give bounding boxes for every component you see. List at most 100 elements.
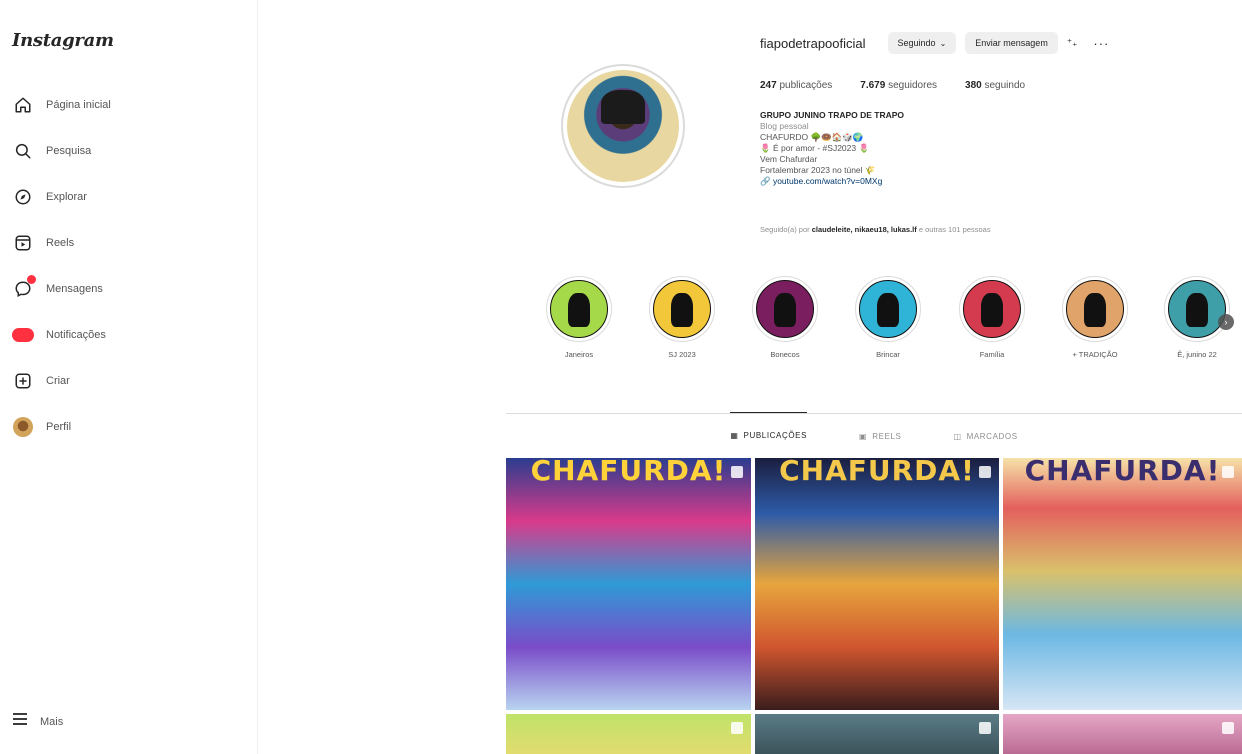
sidebar-item-notifications[interactable]: Notificações — [8, 312, 248, 358]
post-thumbnail[interactable]: CHAFURDA! — [755, 458, 999, 710]
chevron-down-icon: ⌄ — [939, 38, 947, 48]
highlight-cover — [653, 280, 711, 338]
post-thumbnail[interactable] — [1003, 714, 1242, 754]
tab-reels[interactable]: ▣ REELS — [859, 413, 901, 457]
highlight-item[interactable]: SJ 2023 — [637, 276, 727, 359]
highlight-item[interactable]: + TRADIÇÃO — [1050, 276, 1140, 359]
profile-username: fiapodetrapooficial — [760, 35, 866, 51]
sidebar-item-label: Página inicial — [46, 99, 111, 111]
posts-grid: CHAFURDA! CHAFURDA! CHAFURDA! — [506, 458, 1242, 754]
carousel-icon — [731, 722, 743, 734]
highlight-cover — [1168, 280, 1226, 338]
highlight-cover — [1066, 280, 1124, 338]
sidebar-item-label: Explorar — [46, 191, 87, 203]
highlight-cover — [963, 280, 1021, 338]
link-icon: 🔗 — [760, 176, 773, 186]
highlight-cover — [756, 280, 814, 338]
sidebar-item-explore[interactable]: Explorar — [8, 174, 248, 220]
highlight-cover — [550, 280, 608, 338]
tab-posts[interactable]: ▦ PUBLICAÇÕES — [730, 412, 808, 456]
messenger-icon — [12, 275, 36, 300]
profile-stats: 247 publicações 7.679 seguidores 380 seg… — [760, 80, 1053, 91]
sidebar-item-label: Mensagens — [46, 283, 103, 295]
sidebar: Instagram Página inicial Pesquisa Explor… — [0, 0, 258, 754]
bio-line: Vem Chafurdar — [760, 154, 818, 164]
sidebar-item-messages[interactable]: Mensagens — [8, 266, 248, 312]
tag-icon: ◫ — [953, 431, 962, 441]
followers-count[interactable]: 7.679 seguidores — [860, 80, 937, 91]
highlight-label: Brincar — [876, 350, 900, 359]
following-count[interactable]: 380 seguindo — [965, 80, 1025, 91]
profile-full-name: GRUPO JUNINO TRAPO DE TRAPO — [760, 110, 905, 120]
profile-username-row: fiapodetrapooficial Seguindo ⌄ Enviar men… — [760, 32, 1109, 54]
profile-picture — [567, 70, 679, 182]
send-message-button[interactable]: Enviar mensagem — [965, 32, 1058, 54]
post-thumbnail[interactable]: CHAFURDA! — [506, 458, 751, 710]
story-highlights: Janeiros SJ 2023 Bonecos Brincar Família… — [534, 276, 1242, 376]
sidebar-item-label: Criar — [46, 375, 70, 387]
post-thumbnail[interactable] — [506, 714, 751, 754]
highlight-label: SJ 2023 — [668, 350, 696, 359]
bio-link[interactable]: 🔗 youtube.com/watch?v=0MXg — [760, 176, 1120, 187]
heart-icon — [12, 324, 34, 346]
sidebar-item-label: Perfil — [46, 421, 72, 433]
unread-badge — [27, 275, 36, 284]
options-icon[interactable]: ··· — [1093, 36, 1109, 51]
profile-tabs: ▦ PUBLICAÇÕES ▣ REELS ◫ MARCADOS — [506, 412, 1242, 457]
compass-icon — [12, 186, 34, 208]
tab-tagged[interactable]: ◫ MARCADOS — [953, 413, 1017, 457]
highlight-item[interactable]: Família — [947, 276, 1037, 359]
reels-icon — [12, 232, 34, 254]
highlight-label: Janeiros — [564, 350, 594, 359]
highlight-item[interactable]: Brincar — [843, 276, 933, 359]
post-thumbnail[interactable] — [755, 714, 999, 754]
highlight-label: Família — [979, 350, 1005, 359]
highlight-label: Bonecos — [770, 350, 800, 359]
following-button-label: Seguindo — [897, 38, 936, 48]
more-menu-button[interactable]: Mais — [12, 712, 63, 731]
post-title-art: CHAFURDA! — [779, 458, 975, 487]
carousel-icon — [1222, 722, 1234, 734]
highlight-label: + TRADIÇÃO — [1072, 350, 1118, 359]
sidebar-item-label: Reels — [46, 237, 75, 249]
pinned-icon — [979, 466, 991, 478]
instagram-logo[interactable]: Instagram — [12, 30, 114, 51]
home-icon — [12, 94, 34, 116]
sidebar-item-label: Notificações — [46, 329, 106, 341]
highlight-cover — [859, 280, 917, 338]
sidebar-item-reels[interactable]: Reels — [8, 220, 248, 266]
search-icon — [12, 140, 34, 162]
add-user-icon[interactable]: ⁺₊ — [1067, 38, 1078, 49]
more-label: Mais — [40, 715, 64, 728]
sidebar-item-label: Pesquisa — [46, 145, 92, 157]
post-thumbnail[interactable]: CHAFURDA! — [1003, 458, 1242, 710]
post-title-art: CHAFURDA! — [530, 458, 727, 487]
sidebar-nav: Página inicial Pesquisa Explorar Reels M… — [8, 82, 248, 450]
posts-count: 247 publicações — [760, 80, 833, 91]
grid-icon: ▦ — [730, 431, 739, 440]
bio-line: Fortalembrar 2023 no túnel 🌾 — [760, 165, 876, 175]
hamburger-icon — [12, 712, 28, 731]
bio-line: 🌷 É por amor - #SJ2023 🌷 — [760, 143, 870, 153]
plus-square-icon — [12, 370, 34, 392]
following-button[interactable]: Seguindo ⌄ — [887, 32, 957, 54]
reels-icon: ▣ — [859, 431, 868, 441]
followed-by[interactable]: Seguido(a) por claudeleite, nikaeu18, lu… — [760, 225, 1160, 234]
highlight-item[interactable]: Bonecos — [740, 276, 830, 359]
profile-avatar[interactable] — [561, 64, 685, 188]
pinned-icon — [1222, 466, 1234, 478]
sidebar-item-search[interactable]: Pesquisa — [8, 128, 248, 174]
sidebar-item-create[interactable]: Criar — [8, 358, 248, 404]
profile-avatar-icon — [12, 416, 34, 438]
post-title-art: CHAFURDA! — [1024, 458, 1221, 487]
pinned-icon — [731, 466, 743, 478]
highlight-item[interactable]: Janeiros — [534, 276, 624, 359]
highlight-label: Ê, junino 22 — [1177, 350, 1217, 359]
bio-line: CHAFURDO 🌳🍩🏠🎲🌍 — [760, 132, 864, 142]
profile-category: Blog pessoal — [760, 121, 809, 131]
sidebar-item-home[interactable]: Página inicial — [8, 82, 248, 128]
chevron-right-icon[interactable]: › — [1218, 314, 1234, 330]
profile-bio: GRUPO JUNINO TRAPO DE TRAPO Blog pessoal… — [760, 110, 1120, 187]
carousel-icon — [979, 722, 991, 734]
sidebar-item-profile[interactable]: Perfil — [8, 404, 248, 450]
